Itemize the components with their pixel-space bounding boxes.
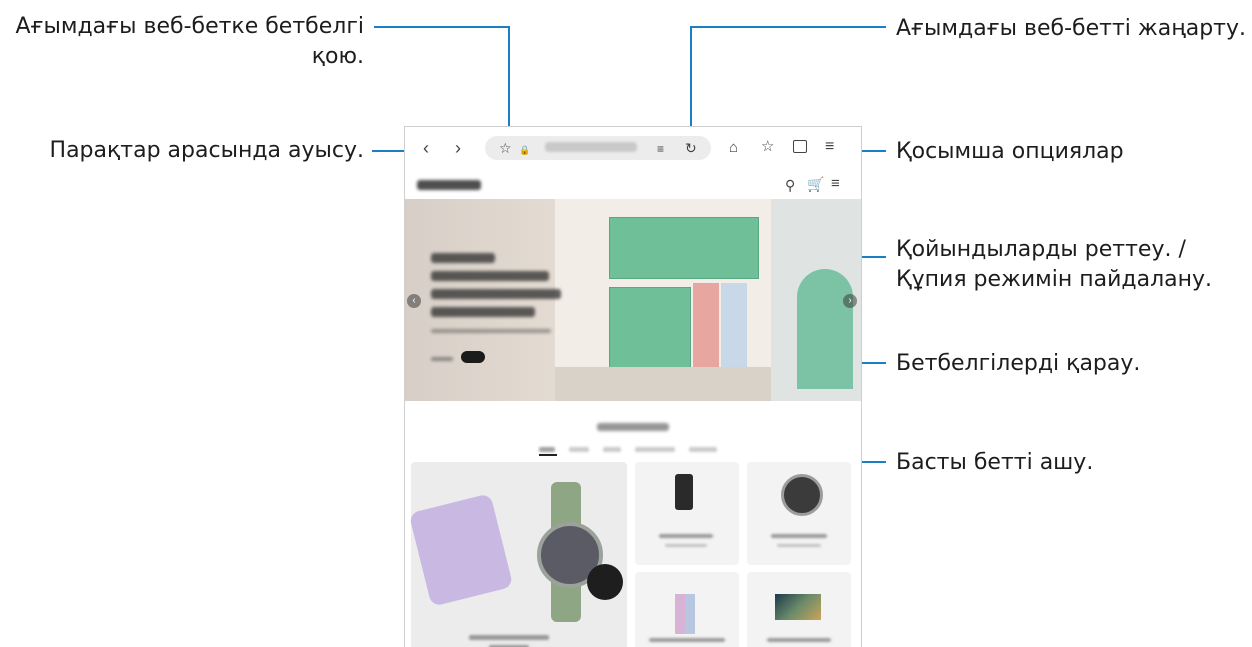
reader-mode-icon[interactable]: ≡ [657, 141, 664, 157]
star-icon[interactable]: ☆ [761, 139, 774, 155]
site-logo [417, 180, 481, 190]
callout-tabs-label: Қойындыларды реттеу. / Құпия режимін пай… [896, 235, 1212, 295]
category-tab[interactable] [635, 447, 675, 452]
section-title [597, 423, 669, 431]
hero-subtext [431, 329, 551, 333]
leader-bookmark-v [508, 26, 510, 138]
callout-bookmark-line2: қою. [311, 44, 364, 69]
product-card[interactable] [747, 462, 851, 565]
hero-headline [431, 253, 495, 263]
product-title [469, 635, 549, 640]
product-card-featured[interactable] [408, 462, 627, 647]
callout-bookmark-line1: Ағымдағы веб-бетке бетбелгі [15, 14, 364, 39]
lock-icon: 🔒 [519, 145, 531, 155]
callout-refresh-label: Ағымдағы веб-бетті жаңарту. [896, 16, 1247, 41]
browser-screenshot: ‹ › ☆ 🔒 ≡ ↻ ⌂ ☆ ≡ ⚲ 🛒 ≡ ‹ › [404, 126, 862, 647]
address-bar[interactable]: ☆ 🔒 ≡ ↻ [485, 136, 711, 160]
refresh-icon[interactable]: ↻ [685, 140, 697, 156]
callout-tabs-line1: Қойындыларды реттеу. / [896, 237, 1186, 262]
menu-icon[interactable]: ≡ [825, 139, 834, 155]
hero-headline [431, 289, 561, 299]
hero-cta-button[interactable] [461, 351, 485, 363]
hero-headline [431, 271, 549, 281]
fridge-panel [693, 283, 719, 367]
leader-refresh-h [690, 26, 886, 28]
category-tab-underline [539, 454, 557, 456]
hero-prev-arrow[interactable]: ‹ [407, 294, 421, 308]
chevron-right-icon[interactable]: › [455, 139, 461, 157]
callout-more-options-label: Қосымша опциялар [896, 139, 1124, 164]
watch-image [781, 474, 823, 516]
hero-link[interactable] [431, 357, 453, 361]
kitchen-cabinet [609, 217, 759, 279]
callout-bookmark-label: Ағымдағы веб-бетке бетбелгі қою. [0, 12, 364, 72]
home-icon[interactable]: ⌂ [729, 140, 738, 156]
fridge-image [675, 594, 695, 634]
site-header: ⚲ 🛒 ≡ [405, 171, 861, 199]
kitchen-cabinet-lower [609, 287, 691, 369]
browser-toolbar: ‹ › ☆ 🔒 ≡ ↻ ⌂ ☆ ≡ [405, 127, 861, 169]
search-icon[interactable]: ⚲ [785, 177, 795, 193]
product-card[interactable] [747, 572, 851, 647]
leader-bookmark-h [374, 26, 510, 28]
hero-banner[interactable]: ‹ › [405, 199, 861, 401]
star-outline-icon[interactable]: ☆ [499, 140, 512, 156]
cart-icon[interactable]: 🛒 [807, 176, 824, 192]
url-text [545, 142, 637, 152]
category-tab[interactable] [539, 447, 555, 452]
category-tab[interactable] [689, 447, 717, 452]
hero-next-arrow[interactable]: › [843, 294, 857, 308]
hero-headline [431, 307, 535, 317]
callout-tabs-line2: Құпия режимін пайдалану. [896, 267, 1213, 292]
fridge-panel [721, 283, 747, 367]
product-title [767, 638, 831, 642]
category-tab[interactable] [569, 447, 589, 452]
callout-navigate-label: Парақтар арасында ауысу. [49, 138, 364, 163]
tabs-icon[interactable] [793, 140, 807, 153]
phone-image [675, 474, 693, 510]
product-title [771, 534, 827, 538]
hamburger-icon[interactable]: ≡ [831, 176, 840, 192]
hero-arch [797, 269, 853, 389]
flip-phone-image [408, 493, 514, 607]
product-card[interactable] [635, 572, 739, 647]
product-title [649, 638, 725, 642]
leader-refresh-v [690, 26, 692, 138]
callout-bookmarks-view-label: Бетбелгілерді қарау. [896, 351, 1141, 376]
tv-image [775, 594, 821, 620]
callout-home-label: Басты бетті ашу. [896, 450, 1094, 475]
product-price [777, 544, 821, 547]
product-card[interactable] [635, 462, 739, 565]
earbuds-image [587, 564, 623, 600]
category-tab[interactable] [603, 447, 621, 452]
product-title [659, 534, 713, 538]
chevron-left-icon[interactable]: ‹ [423, 139, 429, 157]
product-price [665, 544, 707, 547]
